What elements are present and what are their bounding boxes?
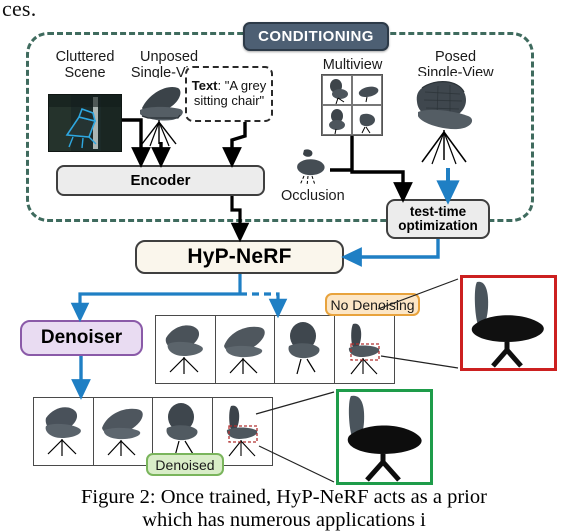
test-time-optimization-block[interactable]: test-time optimization [386, 199, 490, 239]
render-art-d-2 [101, 408, 143, 456]
no-denoising-render-3 [275, 316, 335, 383]
text-prompt-key: Text [191, 78, 218, 94]
occlusion-thumbnail [290, 148, 340, 192]
multiview-grid [321, 74, 383, 136]
multiview-cell-2 [352, 75, 382, 105]
posed-single-view-thumbnail [402, 76, 494, 168]
no-denoising-zoom-inset [460, 275, 557, 371]
test-time-line1: test-time [409, 203, 467, 219]
posed-chair-art [416, 81, 473, 165]
denoised-render-2 [94, 398, 153, 465]
truncated-body-text: ces. [2, 0, 37, 21]
multiview-cell-1 [322, 75, 352, 105]
text-prompt-box: Text: "A grey sitting chair" [185, 66, 273, 122]
label-occlusion: Occlusion [281, 188, 345, 204]
label-unposed-single-view-line1: Unposed [139, 49, 199, 65]
figure-caption: Figure 2: Once trained, HyP-NeRF acts as… [26, 486, 542, 532]
cluttered-scene-art [49, 95, 121, 151]
multiview-cell-3 [322, 105, 352, 135]
cluttered-scene-thumbnail [48, 94, 122, 152]
denoised-pill: Denoised [146, 453, 224, 476]
denoised-render-1 [34, 398, 94, 465]
denoised-zoom-art [339, 392, 430, 482]
no-denoising-pill: No Denoising [325, 293, 420, 316]
multiview-chair-art-1 [330, 79, 348, 104]
no-denoising-render-strip [155, 315, 395, 384]
figure-caption-line2: which has numerous applications i [142, 508, 426, 531]
multiview-chair-art-2 [358, 86, 379, 103]
conditioning-badge: CONDITIONING [243, 22, 389, 51]
test-time-line2: optimization [398, 218, 478, 233]
figure-caption-line1: Figure 2: Once trained, HyP-NeRF acts as… [81, 486, 487, 508]
no-denoising-zoom-art [463, 278, 554, 368]
no-denoising-render-1 [156, 316, 216, 383]
label-multiview: Multiview [305, 57, 400, 74]
label-posed-single-view-line1: Posed [434, 49, 477, 65]
label-multiview-line1: Multiview [322, 57, 383, 73]
text-prompt-content: Text: "A grey sitting chair" [189, 79, 269, 108]
render-art-nd-2 [223, 326, 265, 374]
encoder-block[interactable]: Encoder [56, 165, 265, 196]
multiview-chair-art-4 [359, 113, 375, 134]
render-art-nd-1 [165, 325, 203, 374]
no-denoising-render-2 [216, 316, 275, 383]
denoiser-block[interactable]: Denoiser [20, 320, 143, 356]
render-art-nd-4 [348, 323, 380, 375]
hyp-nerf-block[interactable]: HyP-NeRF [135, 240, 344, 274]
text-prompt-separator: : [217, 78, 225, 94]
occlusion-chair-art [297, 149, 325, 187]
test-time-optimization-text: test-time optimization [398, 203, 478, 233]
render-art-nd-3 [288, 322, 320, 375]
no-denoising-render-4 [335, 316, 395, 383]
render-art-d-1 [45, 407, 81, 456]
figure-canvas: ces. CONDITIONING Cluttered Scene Unpose… [0, 0, 562, 531]
denoised-zoom-inset [336, 389, 433, 485]
multiview-cell-4 [352, 105, 382, 135]
multiview-chair-art-3 [329, 109, 345, 134]
